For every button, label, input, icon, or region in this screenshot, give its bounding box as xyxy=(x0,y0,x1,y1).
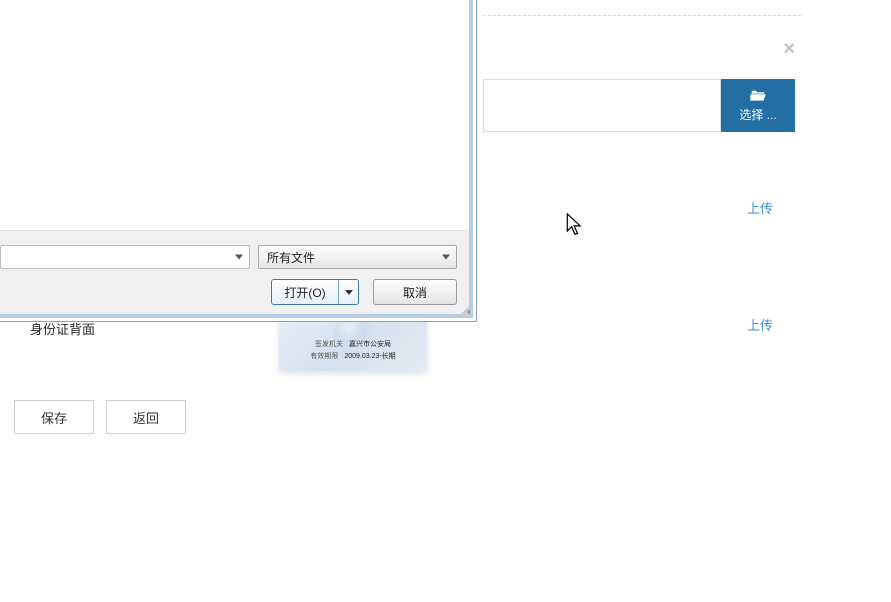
file-open-dialog: 所有文件 打开(O) 取消 xyxy=(0,0,477,322)
file-path-input[interactable] xyxy=(483,79,721,132)
id-issuer-value: 嘉兴市公安局 xyxy=(349,339,391,349)
cancel-button[interactable]: 取消 xyxy=(373,279,457,305)
chevron-down-icon xyxy=(442,255,450,260)
file-list-pane[interactable] xyxy=(0,0,469,230)
open-dropdown-button[interactable] xyxy=(338,280,358,304)
folder-open-icon xyxy=(749,88,767,102)
id-validity-value: 2009.03.23-长期 xyxy=(344,351,395,361)
chevron-down-icon xyxy=(345,290,353,295)
open-split-button: 打开(O) xyxy=(271,279,359,305)
resize-grip-icon[interactable] xyxy=(458,303,470,315)
select-file-button[interactable]: 选择 ... xyxy=(721,79,795,132)
chevron-down-icon xyxy=(235,255,243,260)
upload-link-front[interactable]: 上传 xyxy=(747,198,773,217)
select-file-label: 选择 ... xyxy=(739,106,776,123)
return-button[interactable]: 返回 xyxy=(106,400,186,434)
open-button[interactable]: 打开(O) xyxy=(272,280,338,304)
save-button[interactable]: 保存 xyxy=(14,400,94,434)
dialog-footer: 所有文件 打开(O) 取消 xyxy=(0,230,469,314)
file-type-filter-label: 所有文件 xyxy=(267,249,315,266)
id-validity-key: 有效期限 xyxy=(310,351,338,361)
section-divider xyxy=(483,15,801,16)
filename-combobox[interactable] xyxy=(0,245,250,269)
id-issuer-key: 签发机关 xyxy=(315,339,343,349)
file-type-filter[interactable]: 所有文件 xyxy=(258,245,457,269)
close-icon[interactable]: × xyxy=(783,38,795,61)
upload-link-back[interactable]: 上传 xyxy=(747,315,773,334)
